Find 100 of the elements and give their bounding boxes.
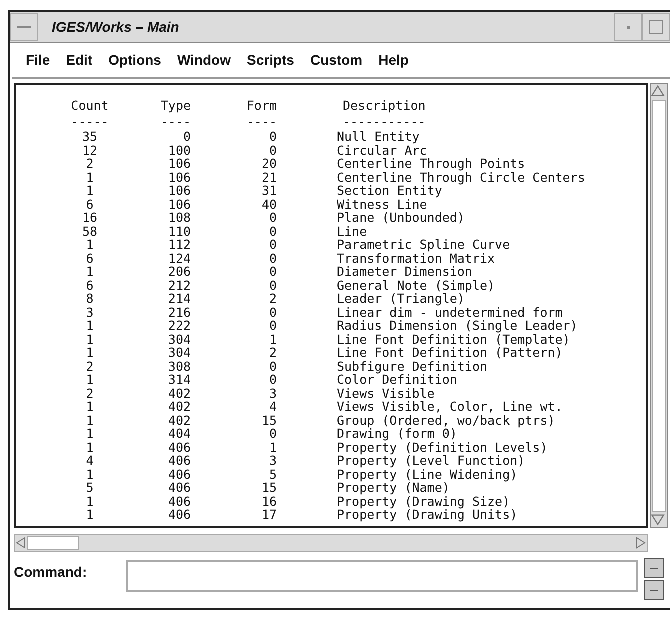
menu-item[interactable]: Scripts [239,52,302,68]
column-header: Description [342,99,427,112]
vertical-scrollbar[interactable] [650,83,668,528]
table-cell-text: 1 [85,494,95,508]
table-cell-text: 1 [85,265,95,278]
table-cell-text: Property (Definition Levels) [336,440,549,454]
table-cell-text: 2 [85,157,95,170]
history-up-button[interactable] [644,558,664,578]
table-cell-text: 0 [268,360,277,373]
table-cell-text: 106 [167,198,191,211]
table-cell-text: 3 [268,454,277,468]
table-cell-text: 124 [167,252,191,265]
history-down-button[interactable] [644,580,664,600]
table-cell-text: Property (Level Function) [336,454,526,468]
scroll-thumb[interactable] [27,536,79,550]
column-header: Count [70,99,110,112]
table-cell-text: 1 [85,332,95,346]
maximize-button[interactable] [642,13,670,41]
table-cell-text: Line [336,224,368,238]
table-cell-text: 1 [85,400,95,414]
header-rule: ----- [70,114,110,128]
table-cell-text: 402 [167,386,191,400]
table-cell-text: 6 [85,278,95,292]
table-cell-text: 6 [85,252,95,265]
scroll-up-icon[interactable] [651,84,665,98]
table-cell-text: 1 [85,373,95,386]
table-cell-text: General Note (Simple) [336,278,496,292]
table-cell-text: 206 [167,265,191,278]
menu-item[interactable]: Custom [302,52,371,68]
table-cell-text: 1 [85,170,95,184]
table-cell-text: 106 [167,157,191,170]
table-cell-text: Diameter Dimension [336,265,474,278]
table-cell-text: Property (Name) [336,481,450,494]
menu-item[interactable]: Edit [58,52,101,68]
table-cell-text: 406 [167,481,191,494]
table-cell-text: 0 [268,252,277,265]
table-cell-text: 6 [85,198,95,211]
scroll-down-icon[interactable] [651,513,665,527]
table-cell-text: 406 [167,508,191,522]
scroll-left-icon[interactable] [15,537,27,549]
header-rule: ----------- [342,114,427,128]
table-cell-text: 2 [268,346,277,360]
table-cell-text: 106 [167,184,191,198]
table-cell-text: 17 [260,508,277,522]
table-cell-text: Transformation Matrix [336,252,496,265]
table-cell-text: Property (Drawing Units) [336,508,519,522]
menu-item[interactable]: File [18,52,58,68]
header-rule: ---- [246,114,277,128]
table-cell-text: Radius Dimension (Single Leader) [336,319,579,332]
table-cell-text: 0 [268,306,277,319]
scroll-thumb[interactable] [652,100,666,512]
table-cell-text: 404 [167,427,191,440]
table-cell-text: 406 [167,494,191,508]
table-cell-text: Plane (Unbounded) [336,211,466,224]
table-cell-text: Property (Drawing Size) [336,494,512,508]
table-cell-text: 0 [268,319,277,332]
table-cell-text: 2 [268,292,277,306]
table-cell-text: 1 [85,184,95,198]
table-cell-text: 2 [85,386,95,400]
table-cell-text: 1 [85,427,95,440]
table-cell-text: 402 [167,400,191,414]
command-field[interactable] [126,560,638,592]
table-cell-text: Parametric Spline Curve [336,238,512,252]
table-cell-text: 0 [268,211,277,224]
table-cell-text: 304 [167,346,191,360]
scroll-right-icon[interactable] [635,537,647,549]
table-cell-text: Leader (Triangle) [336,292,465,306]
menu-item[interactable]: Help [370,52,417,68]
table-cell-text: Subfigure Definition [336,360,489,373]
menu-item[interactable]: Options [100,52,170,68]
table-cell-text: 406 [167,440,191,454]
table-cell-text: 0 [268,427,277,440]
table-cell-text: 304 [167,332,191,346]
table-cell-text: 1 [85,238,95,252]
table-cell-text: 0 [268,265,277,278]
table-cell-text: Section Entity [336,184,442,198]
table-cell-text: 216 [167,306,191,319]
table-cell-text: 0 [268,130,277,144]
table-cell-text: 1 [85,346,95,360]
table-cell-text: Line Font Definition (Template) [336,332,570,346]
menu-item[interactable]: Window [169,52,239,68]
table-cell-text: Witness Line [336,198,428,211]
table-cell-text: 112 [167,238,191,252]
window-menu-button[interactable] [10,13,38,41]
table-cell-text: 212 [167,278,191,292]
table-cell-text: 31 [260,184,277,198]
table-cell-text: Drawing (form 0) [336,427,458,440]
table-cell-text: 15 [260,414,277,427]
table-cell-text: Line Font Definition (Pattern) [336,346,563,360]
table-cell-text: 20 [260,157,277,170]
table-cell-text: 3 [268,386,277,400]
table-cell-text: Circular Arc [336,144,428,157]
table-cell-text: 0 [268,238,277,252]
header-rule: ---- [160,114,191,128]
table-cell-text: 100 [167,144,191,157]
horizontal-scrollbar[interactable] [14,534,648,552]
table-cell-text: 1 [85,468,95,481]
table-cell-text: 58 [81,224,99,238]
minimize-button[interactable] [614,13,642,41]
column-header: Type [160,99,191,112]
